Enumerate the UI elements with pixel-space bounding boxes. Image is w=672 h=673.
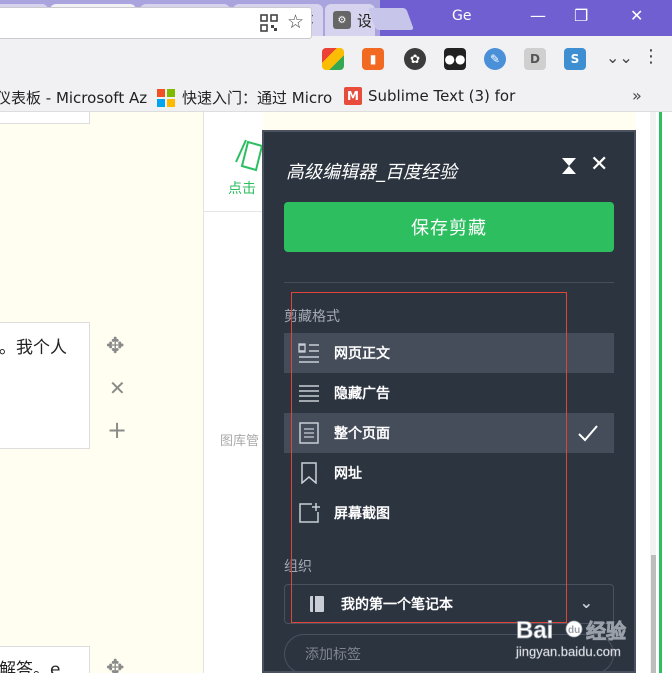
divider bbox=[284, 282, 614, 283]
save-clip-button[interactable]: 保存剪藏 bbox=[284, 202, 614, 252]
bookmark-icon bbox=[301, 462, 317, 484]
bookmark-item[interactable]: 快速入门：通过 Micro bbox=[156, 87, 336, 108]
clip-option-screenshot[interactable]: 屏幕截图 bbox=[284, 493, 614, 533]
screenshot-icon bbox=[299, 503, 320, 523]
extension-icon-s[interactable]: S bbox=[564, 48, 586, 70]
tampermonkey-icon[interactable]: ●● bbox=[444, 48, 466, 70]
bookmark-item[interactable]: 仪表板 - Microsoft Az bbox=[0, 87, 147, 108]
bookmark-label: 快速入门：通过 Micro bbox=[182, 89, 333, 107]
baidu-watermark-logo: Bai du 经验 jingyan.baidu.com bbox=[515, 617, 627, 660]
option-label: 网址 bbox=[334, 466, 362, 482]
watermark-brand: Bai bbox=[516, 617, 553, 644]
menu-dots-icon[interactable]: ⋮ bbox=[642, 46, 660, 67]
star-bookmark-icon[interactable]: ☆ bbox=[287, 11, 304, 33]
extension-icon-d[interactable]: D bbox=[524, 48, 546, 70]
picture-add-icon bbox=[235, 139, 264, 172]
checkmark-icon bbox=[578, 425, 598, 442]
extensions-overflow-icon[interactable]: ⌄⌄ bbox=[606, 48, 633, 67]
add-icon[interactable]: + bbox=[107, 416, 127, 444]
extension-icon-1[interactable] bbox=[322, 48, 344, 70]
watermark-url: jingyan.baidu.com bbox=[515, 644, 621, 659]
article-icon bbox=[298, 343, 319, 363]
click-to-add-box[interactable]: 点击 bbox=[204, 112, 264, 212]
clip-option-simplified[interactable]: 隐藏广告 bbox=[284, 373, 614, 413]
card-text: 。我个人 bbox=[0, 338, 67, 358]
bookmark-label: 仪表板 - Microsoft Az bbox=[0, 89, 148, 107]
extension-icon-2[interactable]: ▮ bbox=[362, 48, 384, 70]
move-icon[interactable]: ✥ bbox=[106, 656, 124, 673]
click-label: 点击 bbox=[228, 181, 256, 197]
window-profile-name: Ge bbox=[452, 8, 472, 24]
option-label: 隐藏广告 bbox=[334, 386, 390, 402]
new-tab-button[interactable] bbox=[367, 8, 415, 30]
option-label: 整个页面 bbox=[334, 426, 390, 442]
card-text: 解答。e bbox=[0, 660, 61, 673]
evernote-elephant-icon[interactable]: ✿ bbox=[404, 48, 426, 70]
clip-option-article[interactable]: 网页正文 bbox=[284, 333, 614, 373]
clip-title[interactable]: 高级编辑器_百度经验 bbox=[286, 158, 457, 184]
option-label: 网页正文 bbox=[334, 346, 390, 362]
tab-5[interactable]: ⚙ 设 bbox=[325, 4, 375, 36]
content-card-top bbox=[0, 112, 90, 124]
collapse-icon[interactable] bbox=[560, 156, 578, 176]
full-page-icon bbox=[299, 422, 319, 444]
baidu-jingyan-watermark: Bai du 经验 jingyan.baidu.com bbox=[514, 612, 664, 664]
organize-heading: 组织 bbox=[284, 559, 312, 575]
notebook-name: 我的第一个笔记本 bbox=[341, 597, 453, 613]
bookmarks-overflow-icon[interactable]: » bbox=[632, 86, 642, 105]
restore-icon[interactable]: ❐ bbox=[574, 6, 588, 25]
address-bar[interactable]: ☆ bbox=[0, 7, 312, 39]
simplified-icon bbox=[299, 385, 319, 402]
close-window-icon[interactable]: ✕ bbox=[630, 6, 643, 25]
content-card[interactable]: 解答。e bbox=[0, 646, 90, 673]
accent-border bbox=[659, 112, 662, 673]
content-card[interactable]: 。我个人 bbox=[0, 322, 90, 449]
clip-option-bookmark[interactable]: 网址 bbox=[284, 453, 614, 493]
clip-format-heading: 剪藏格式 bbox=[284, 309, 340, 325]
gallery-label: 图库管 bbox=[220, 434, 260, 449]
browser-window: { "tabs": [ {"title": "高级", "icon": "bai… bbox=[0, 0, 672, 673]
qr-code-icon[interactable] bbox=[259, 13, 279, 33]
web-clipper-panel: 高级编辑器_百度经验 ✕ 保存剪藏 剪藏格式 网页正文 隐藏广告 整个页面 网址 bbox=[262, 130, 636, 673]
notebook-icon bbox=[310, 596, 324, 612]
chevron-down-icon: ⌄ bbox=[579, 593, 593, 612]
bookmark-item[interactable]: M Sublime Text (3) for bbox=[344, 87, 520, 105]
svg-text:du: du bbox=[568, 625, 580, 636]
gmail-icon: M bbox=[344, 87, 362, 105]
gear-icon: ⚙ bbox=[333, 11, 351, 29]
extension-icon-5[interactable]: ✎ bbox=[484, 48, 506, 70]
bookmarks-bar: 仪表板 - Microsoft Az 快速入门：通过 Micro M Subli… bbox=[0, 82, 672, 112]
clip-option-full-page[interactable]: 整个页面 bbox=[284, 413, 614, 453]
microsoft-logo-icon bbox=[157, 88, 175, 107]
bookmark-label: Sublime Text (3) for bbox=[368, 87, 516, 105]
minimize-icon[interactable]: — bbox=[530, 6, 546, 25]
close-panel-icon[interactable]: ✕ bbox=[590, 152, 608, 177]
watermark-suffix: 经验 bbox=[586, 619, 626, 643]
option-label: 屏幕截图 bbox=[334, 506, 390, 522]
delete-icon[interactable]: ✕ bbox=[109, 376, 126, 400]
move-icon[interactable]: ✥ bbox=[106, 334, 124, 359]
